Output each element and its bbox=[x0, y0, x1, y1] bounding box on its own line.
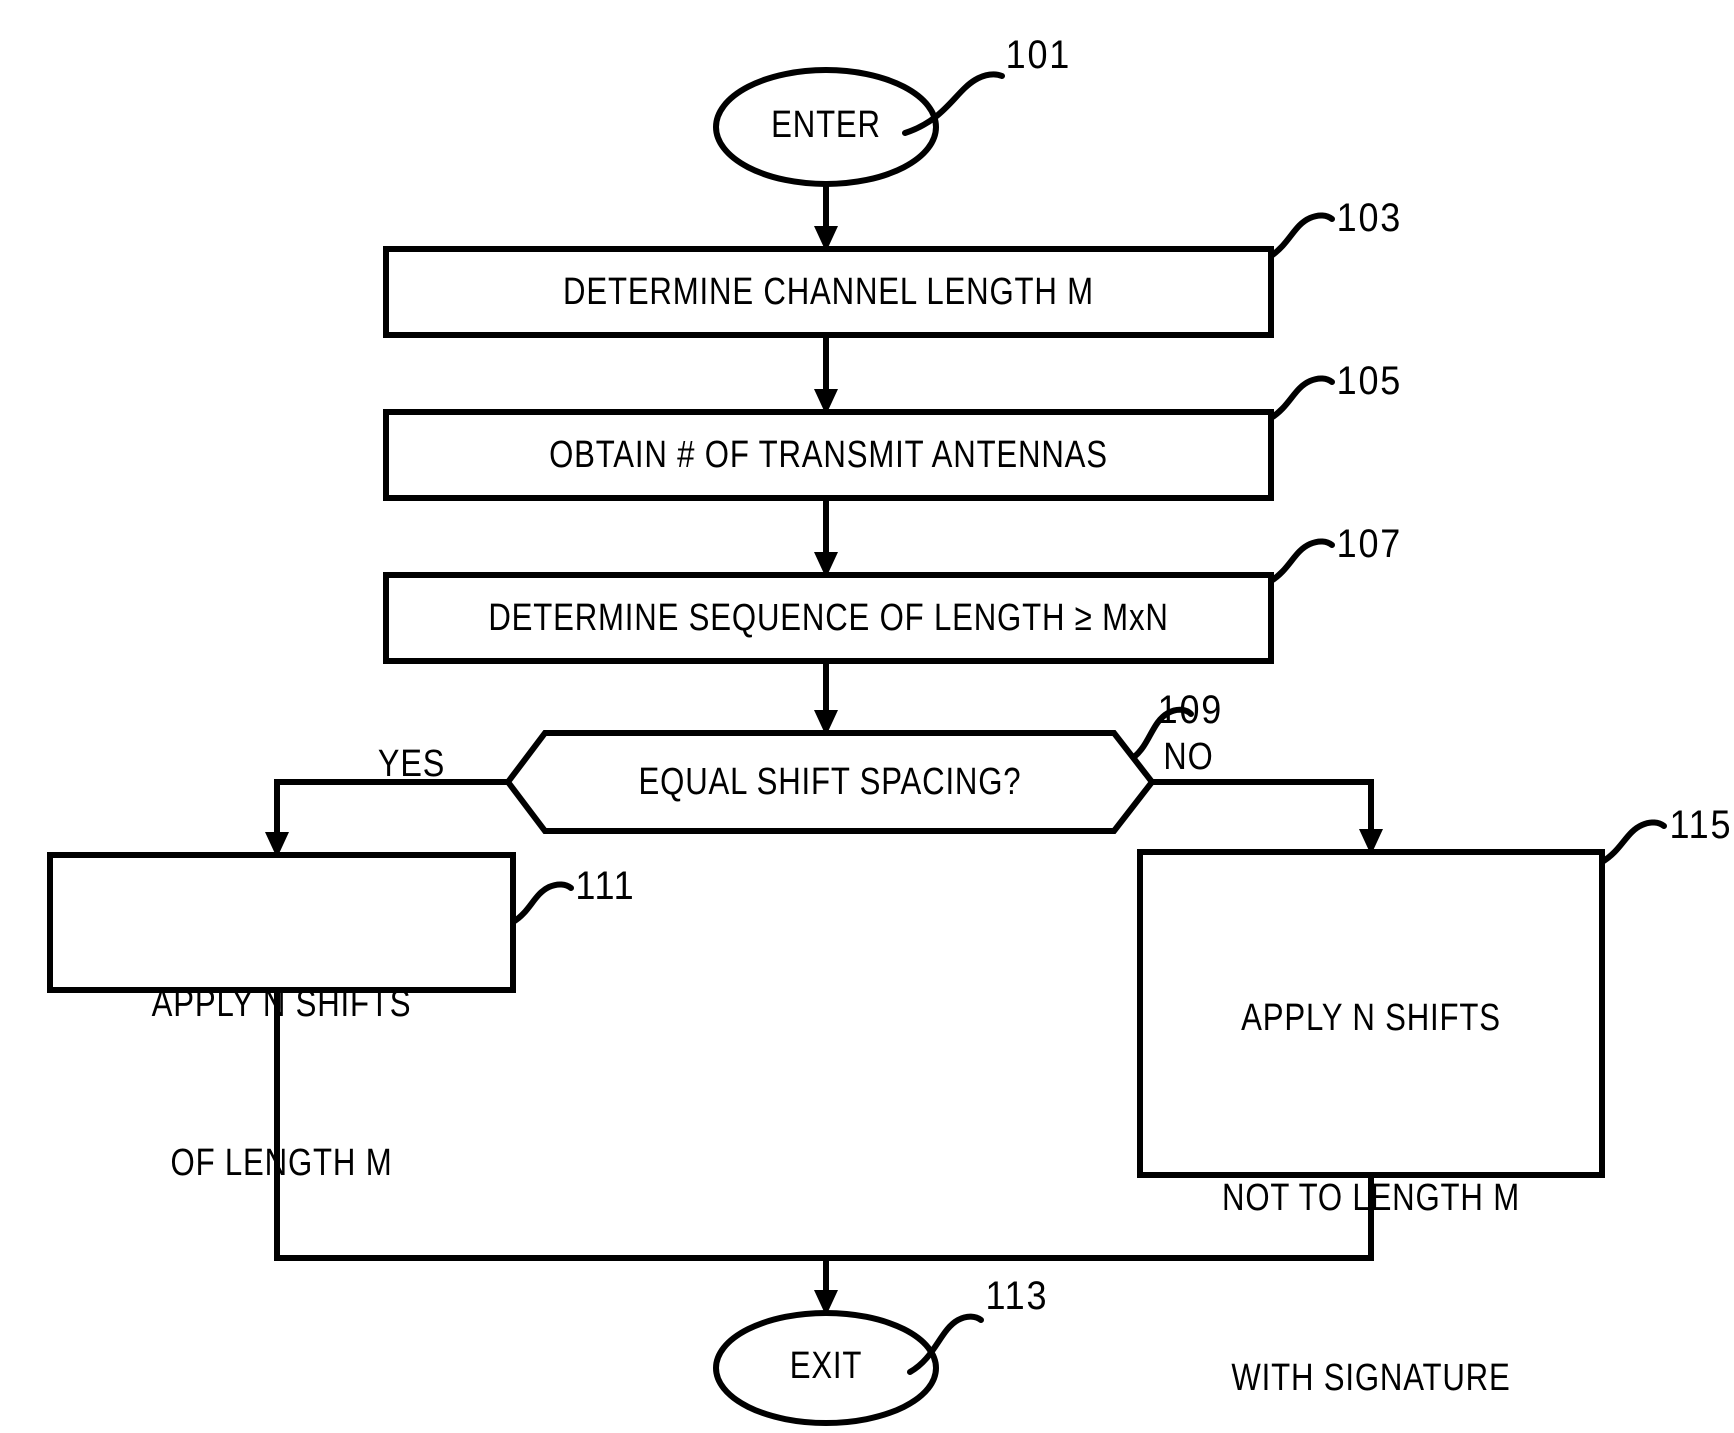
process-box-107-label: DETERMINE SEQUENCE OF LENGTH ≥ MxN bbox=[488, 597, 1169, 639]
process-box-115-line-1: APPLY N SHIFTS bbox=[1241, 997, 1501, 1039]
ref-number-109: 109 bbox=[1157, 688, 1224, 732]
process-box-111-line-2: OF LENGTH M bbox=[170, 1142, 393, 1184]
process-box-115-line-3: WITH SIGNATURE bbox=[1231, 1357, 1511, 1399]
leader-line-103 bbox=[1268, 212, 1335, 259]
ref-number-113: 113 bbox=[985, 1274, 1049, 1318]
ref-number-107: 107 bbox=[1336, 522, 1403, 566]
process-box-111-line-1: APPLY N SHIFTS bbox=[151, 983, 412, 1025]
process-box-111-label: APPLY N SHIFTS OF LENGTH M bbox=[92, 872, 472, 1296]
process-box-115-line-2: NOT TO LENGTH M bbox=[1222, 1177, 1520, 1219]
ref-number-101: 101 bbox=[1005, 33, 1072, 77]
exit-terminator-label: EXIT bbox=[789, 1345, 863, 1387]
decision-109-label: EQUAL SHIFT SPACING? bbox=[638, 761, 1022, 803]
ref-number-115: 115 bbox=[1669, 803, 1733, 847]
branch-label-no: NO bbox=[1163, 736, 1214, 778]
leader-line-111 bbox=[510, 881, 574, 925]
ref-number-103: 103 bbox=[1336, 196, 1403, 240]
process-box-115-label: APPLY N SHIFTS NOT TO LENGTH M WITH SIGN… bbox=[1182, 868, 1561, 1433]
connector-no-to-115 bbox=[1152, 779, 1374, 842]
process-box-105-label: OBTAIN # OF TRANSMIT ANTENNAS bbox=[549, 434, 1108, 476]
branch-label-yes: YES bbox=[377, 743, 446, 785]
process-box-103-label: DETERMINE CHANNEL LENGTH M bbox=[563, 271, 1094, 313]
patent-flowchart-figure: ENTER 101 DETERMINE CHANNEL LENGTH M 103… bbox=[0, 0, 1734, 1433]
leader-line-115 bbox=[1599, 819, 1667, 865]
connector-yes-to-111 bbox=[274, 779, 508, 845]
enter-terminator-label: ENTER bbox=[771, 104, 881, 146]
ref-number-105: 105 bbox=[1336, 359, 1403, 403]
leader-line-105 bbox=[1268, 375, 1335, 421]
ref-number-111: 111 bbox=[575, 864, 636, 908]
leader-line-107 bbox=[1268, 538, 1335, 584]
